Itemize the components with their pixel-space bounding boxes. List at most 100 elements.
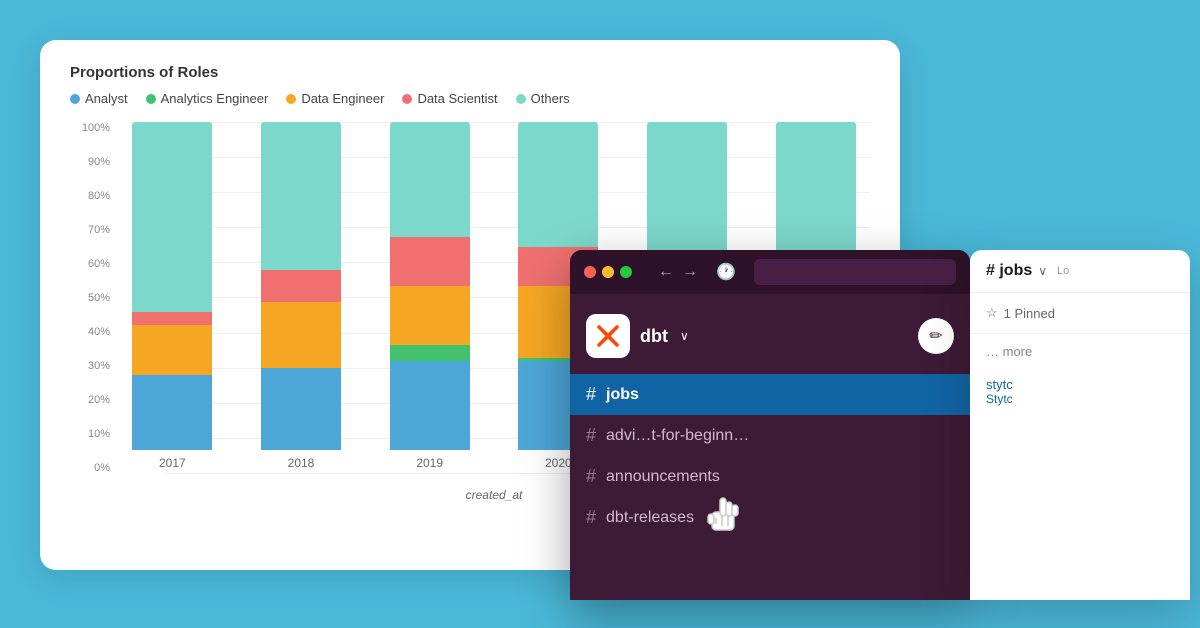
bar-segment bbox=[261, 368, 341, 450]
channel-item-announcements[interactable]: # announcements bbox=[570, 456, 970, 497]
y-axis-label: 60% bbox=[70, 258, 110, 270]
workspace-left: dbt ∨ bbox=[586, 314, 689, 358]
slack-panel: ← → 🕐 dbt ∨ ✏ # jobs bbox=[570, 250, 970, 600]
chart-legend: Analyst Analytics Engineer Data Engineer Da… bbox=[70, 91, 870, 106]
y-axis-label: 40% bbox=[70, 326, 110, 338]
channel-hash-icon: # bbox=[586, 466, 596, 487]
channel-name-header: # jobs bbox=[986, 262, 1032, 280]
channel-name: announcements bbox=[606, 468, 720, 486]
bar-segment bbox=[132, 122, 212, 312]
dbt-logo bbox=[586, 314, 630, 358]
bar-segment bbox=[132, 325, 212, 374]
y-axis-label: 20% bbox=[70, 394, 110, 406]
user-item-1: stytc Stytc bbox=[970, 369, 1190, 414]
right-panel-header: # jobs ∨ Lo bbox=[970, 250, 1190, 293]
user-display-1: Stytc bbox=[986, 392, 1174, 406]
bar-segment bbox=[261, 122, 341, 270]
legend-dot bbox=[516, 94, 526, 104]
legend-label: Data Engineer bbox=[301, 91, 384, 106]
legend-dot bbox=[70, 94, 80, 104]
legend-item-others: Others bbox=[516, 91, 570, 106]
bar-stack bbox=[390, 122, 470, 450]
bar-segment bbox=[261, 302, 341, 368]
pinned-count: 1 Pinned bbox=[1004, 306, 1055, 321]
channel-item-dbt-releases[interactable]: # dbt-releases bbox=[570, 497, 970, 538]
pinned-section: ☆ 1 Pinned bbox=[970, 293, 1190, 334]
bar-group-2017: 2017 bbox=[118, 122, 227, 474]
channel-name: advi…t-for-beginn… bbox=[606, 427, 749, 445]
compose-button[interactable]: ✏ bbox=[918, 318, 954, 354]
y-axis-label: 80% bbox=[70, 190, 110, 202]
channel-list: # jobs # advi…t-for-beginn… # announcements # d… bbox=[570, 374, 970, 538]
y-axis-label: 30% bbox=[70, 360, 110, 372]
legend-label: Data Scientist bbox=[417, 91, 497, 106]
green-dot bbox=[620, 266, 632, 278]
channel-hash-icon: # bbox=[586, 507, 596, 528]
forward-button[interactable]: → bbox=[682, 263, 698, 281]
bar-segment bbox=[132, 312, 212, 325]
workspace-chevron: ∨ bbox=[680, 329, 689, 343]
workspace-name: dbt bbox=[640, 326, 668, 347]
browser-bar: ← → 🕐 bbox=[570, 250, 970, 294]
channel-item-advi-t-for-beginn-[interactable]: # advi…t-for-beginn… bbox=[570, 415, 970, 456]
yellow-dot bbox=[602, 266, 614, 278]
y-axis-label: 90% bbox=[70, 156, 110, 168]
bar-segment bbox=[776, 122, 856, 263]
bar-segment bbox=[647, 122, 727, 260]
bar-segment bbox=[390, 286, 470, 345]
y-axis-label: 50% bbox=[70, 292, 110, 304]
more-label: … more bbox=[986, 344, 1032, 359]
bar-segment bbox=[390, 361, 470, 450]
legend-dot bbox=[402, 94, 412, 104]
channel-item-jobs[interactable]: # jobs bbox=[570, 374, 970, 415]
slack-sidebar: dbt ∨ ✏ # jobs # advi…t-for-beginn… # announc… bbox=[570, 294, 970, 550]
x-axis-label: created_at bbox=[466, 488, 523, 502]
bar-segment bbox=[390, 237, 470, 286]
url-bar[interactable] bbox=[754, 259, 956, 285]
channel-name: jobs bbox=[606, 386, 639, 404]
bar-group-2018: 2018 bbox=[247, 122, 356, 474]
channel-hash-icon: # bbox=[586, 425, 596, 446]
channel-chevron-icon: ∨ bbox=[1038, 264, 1047, 278]
red-dot bbox=[584, 266, 596, 278]
traffic-lights bbox=[584, 266, 632, 278]
bar-segment bbox=[518, 122, 598, 247]
y-axis: 100% 90% 80% 70% 60% 50% 40% 30% 20% 10% 0% bbox=[70, 122, 110, 502]
right-panel: # jobs ∨ Lo ☆ 1 Pinned … more stytc Styt… bbox=[970, 250, 1190, 600]
bar-year-label: 2017 bbox=[159, 456, 186, 470]
channel-name: dbt-releases bbox=[606, 509, 694, 527]
legend-item-data-engineer: Data Engineer bbox=[286, 91, 384, 106]
bar-year-label: 2020 bbox=[545, 456, 572, 470]
legend-item-analyst: Analyst bbox=[70, 91, 128, 106]
legend-item-analytics-engineer: Analytics Engineer bbox=[146, 91, 269, 106]
legend-label: Others bbox=[531, 91, 570, 106]
bar-segment bbox=[261, 270, 341, 303]
chart-title: Proportions of Roles bbox=[70, 64, 870, 81]
bar-segment bbox=[390, 345, 470, 361]
legend-label: Analyst bbox=[85, 91, 128, 106]
legend-label: Analytics Engineer bbox=[161, 91, 269, 106]
bar-stack bbox=[261, 122, 341, 450]
legend-dot bbox=[286, 94, 296, 104]
lo-label: Lo bbox=[1057, 265, 1069, 277]
bar-year-label: 2018 bbox=[288, 456, 315, 470]
y-axis-label: 10% bbox=[70, 428, 110, 440]
bar-segment bbox=[390, 122, 470, 237]
legend-dot bbox=[146, 94, 156, 104]
more-section: … more bbox=[970, 334, 1190, 369]
y-axis-label: 70% bbox=[70, 224, 110, 236]
workspace-header: dbt ∨ ✏ bbox=[570, 306, 970, 374]
legend-item-data-scientist: Data Scientist bbox=[402, 91, 497, 106]
y-axis-label: 0% bbox=[70, 462, 110, 474]
bar-year-label: 2019 bbox=[416, 456, 443, 470]
channel-hash-icon: # bbox=[586, 384, 596, 405]
user-name-1: stytc bbox=[986, 377, 1174, 392]
bar-group-2019: 2019 bbox=[375, 122, 484, 474]
bar-stack bbox=[132, 122, 212, 450]
y-axis-label: 100% bbox=[70, 122, 110, 134]
pin-icon: ☆ bbox=[986, 305, 998, 321]
history-button[interactable]: 🕐 bbox=[716, 262, 736, 282]
back-button[interactable]: ← bbox=[658, 263, 674, 281]
bar-segment bbox=[132, 375, 212, 450]
nav-buttons: ← → bbox=[658, 263, 698, 281]
